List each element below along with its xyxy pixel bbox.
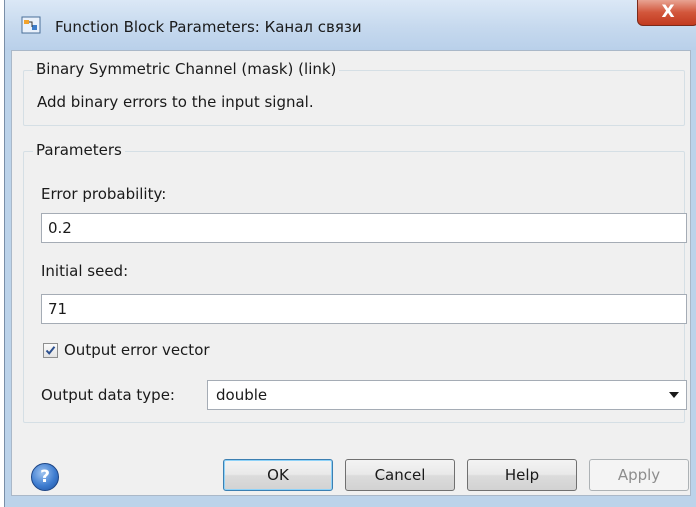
window-title: Function Block Parameters: Канал связи: [55, 18, 362, 36]
chevron-down-icon: [669, 392, 679, 398]
description-text: Add binary errors to the input signal.: [37, 93, 314, 111]
ok-button[interactable]: OK: [223, 459, 333, 491]
output-data-type-select[interactable]: double: [207, 380, 687, 410]
help-button[interactable]: Help: [467, 459, 577, 491]
output-data-type-label: Output data type:: [41, 386, 175, 404]
output-data-type-value: double: [216, 386, 268, 404]
cancel-button[interactable]: Cancel: [345, 459, 455, 491]
title-bar[interactable]: Function Block Parameters: Канал связи: [5, 0, 696, 50]
simulink-app-icon: [21, 16, 41, 34]
dialog-window: Function Block Parameters: Канал связи X…: [4, 0, 696, 507]
error-probability-label: Error probability:: [41, 185, 167, 203]
apply-button[interactable]: Apply: [589, 459, 689, 491]
error-probability-input[interactable]: [41, 213, 687, 243]
output-error-vector-label: Output error vector: [64, 341, 210, 359]
parameters-legend: Parameters: [33, 141, 125, 159]
initial-seed-label: Initial seed:: [41, 262, 129, 280]
output-error-vector-checkbox[interactable]: [43, 343, 58, 358]
help-icon[interactable]: ?: [31, 463, 59, 491]
close-button[interactable]: X: [637, 0, 696, 26]
description-legend: Binary Symmetric Channel (mask) (link): [33, 60, 340, 78]
checkmark-icon: [45, 346, 56, 355]
initial-seed-input[interactable]: [41, 294, 687, 324]
